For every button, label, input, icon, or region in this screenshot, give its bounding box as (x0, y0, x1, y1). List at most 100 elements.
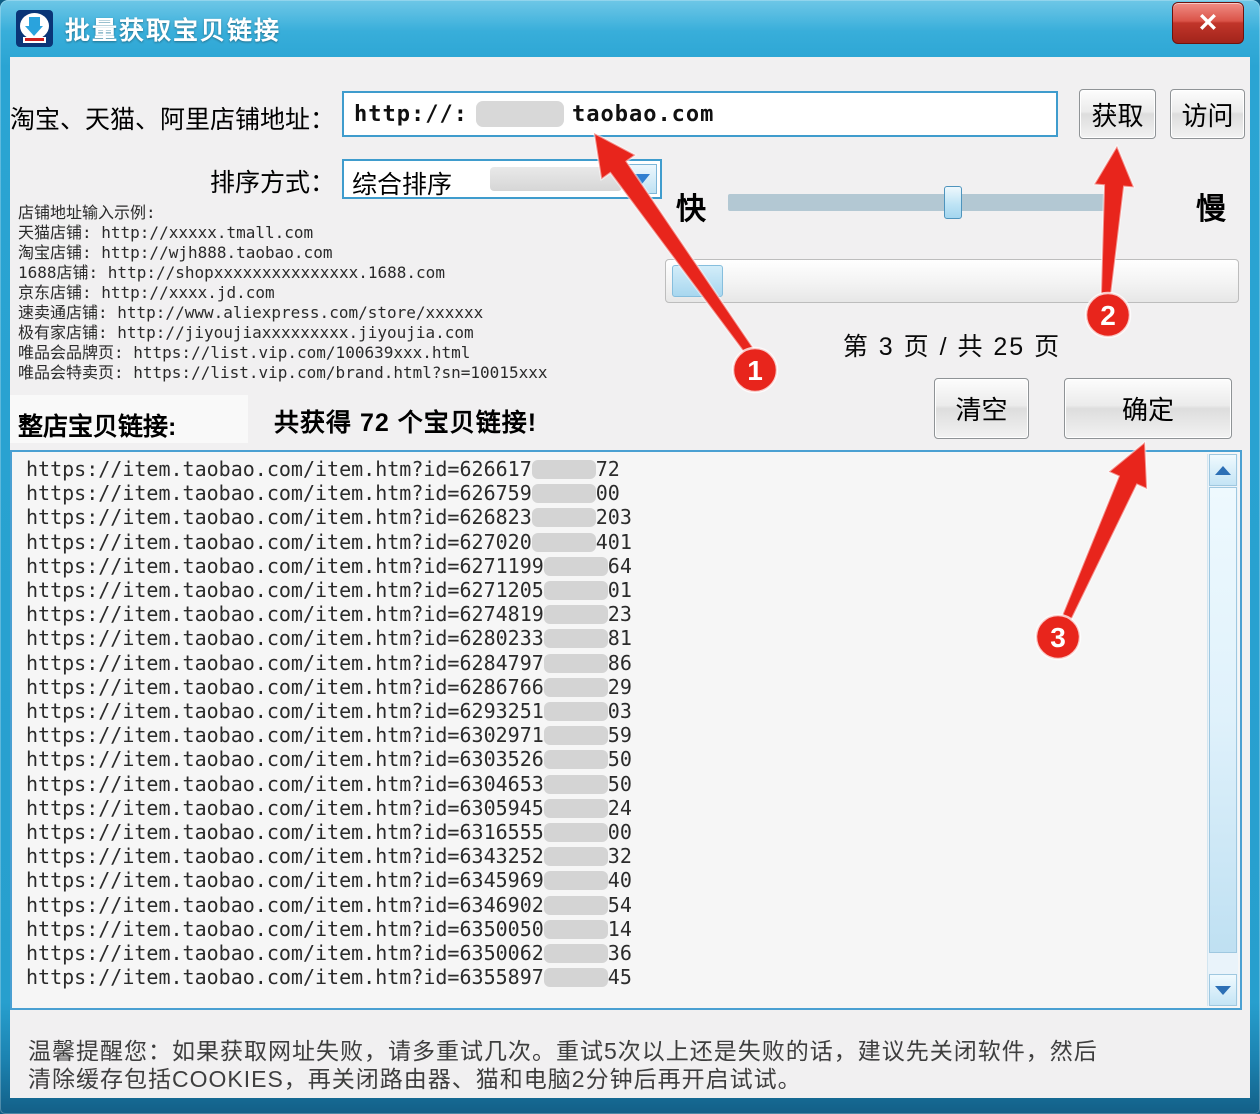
sort-mode-label: 排序方式： (10, 163, 335, 199)
result-url-line: https://item.taobao.com/item.htm?id=6280… (26, 626, 1204, 650)
url-prefix: https://item.taobao.com/item.htm?id= (26, 723, 459, 747)
url-id-prefix: 6271205 (459, 578, 543, 602)
url-id-prefix: 627020 (459, 530, 531, 554)
result-url-line: https://item.taobao.com/item.htm?id=6343… (26, 844, 1204, 868)
redaction-blur (544, 944, 608, 963)
url-id-suffix: 72 (596, 457, 620, 481)
progress-bar (665, 259, 1239, 303)
speed-slider-thumb[interactable] (944, 186, 962, 219)
result-url-line: https://item.taobao.com/item.htm?id=6345… (26, 868, 1204, 892)
redaction-blur (544, 605, 608, 624)
result-url-line: https://item.taobao.com/item.htm?id=6271… (26, 578, 1204, 602)
example-title: 店铺地址输入示例: (18, 203, 547, 223)
clear-button-label: 清空 (955, 390, 1007, 427)
url-prefix: https://item.taobao.com/item.htm?id= (26, 941, 459, 965)
results-label: 整店宝贝链接: (18, 407, 176, 443)
redaction-blur (476, 101, 564, 127)
url-prefix: https://item.taobao.com/item.htm?id= (26, 917, 459, 941)
scrollbar-up-button[interactable] (1209, 454, 1237, 486)
url-id-suffix: 401 (596, 530, 632, 554)
result-url-line: https://item.taobao.com/item.htm?id=6350… (26, 917, 1204, 941)
url-id-prefix: 6346902 (459, 893, 543, 917)
redaction-blur (544, 775, 608, 794)
result-url-line: https://item.taobao.com/item.htm?id=6316… (26, 820, 1204, 844)
url-id-prefix: 6274819 (459, 602, 543, 626)
example-line: 速卖通店铺: http://www.aliexpress.com/store/x… (18, 303, 547, 323)
url-id-prefix: 6293251 (459, 699, 543, 723)
url-id-prefix: 6355897 (459, 965, 543, 989)
example-line: 京东店铺: http://xxxx.jd.com (18, 283, 547, 303)
url-id-prefix: 6350062 (459, 941, 543, 965)
address-value-suffix: taobao.com (572, 102, 714, 127)
dropdown-inner-shade (490, 167, 622, 191)
result-url-line: https://item.taobao.com/item.htm?id=6286… (26, 675, 1204, 699)
fetch-button[interactable]: 获取 (1079, 89, 1156, 139)
shop-address-input[interactable]: http://: taobao.com (342, 91, 1058, 137)
result-url-line: https://item.taobao.com/item.htm?id=6268… (26, 505, 1204, 529)
redaction-blur (544, 629, 608, 648)
sort-mode-value: 综合排序 (352, 165, 452, 201)
redaction-blur (544, 726, 608, 745)
result-links-textarea[interactable]: https://item.taobao.com/item.htm?id=6266… (10, 450, 1242, 1010)
result-url-line: https://item.taobao.com/item.htm?id=6266… (26, 457, 1204, 481)
speed-slider-track[interactable] (728, 194, 1110, 211)
url-id-suffix: 59 (608, 723, 632, 747)
redaction-blur (532, 508, 596, 527)
url-prefix: https://item.taobao.com/item.htm?id= (26, 675, 459, 699)
scrollbar[interactable] (1207, 454, 1238, 1006)
url-id-suffix: 14 (608, 917, 632, 941)
url-id-suffix: 54 (608, 893, 632, 917)
redaction-blur (544, 920, 608, 939)
url-prefix: https://item.taobao.com/item.htm?id= (26, 602, 459, 626)
url-id-prefix: 6345969 (459, 868, 543, 892)
redaction-blur (544, 702, 608, 721)
clear-button[interactable]: 清空 (934, 378, 1029, 439)
url-id-suffix: 40 (608, 868, 632, 892)
url-id-prefix: 6302971 (459, 723, 543, 747)
url-prefix: https://item.taobao.com/item.htm?id= (26, 772, 459, 796)
result-url-line: https://item.taobao.com/item.htm?id=6346… (26, 893, 1204, 917)
url-id-suffix: 00 (608, 820, 632, 844)
url-prefix: https://item.taobao.com/item.htm?id= (26, 820, 459, 844)
chevron-up-icon (1215, 466, 1231, 475)
redaction-blur (544, 871, 608, 890)
url-prefix: https://item.taobao.com/item.htm?id= (26, 651, 459, 675)
chevron-down-icon (634, 174, 650, 184)
url-id-suffix: 64 (608, 554, 632, 578)
sort-mode-select[interactable]: 综合排序 (342, 159, 662, 199)
scrollbar-thumb[interactable] (1209, 487, 1237, 953)
visit-button[interactable]: 访问 (1170, 89, 1245, 139)
url-id-prefix: 6304653 (459, 772, 543, 796)
dropdown-arrow-button[interactable] (627, 164, 657, 194)
url-prefix: https://item.taobao.com/item.htm?id= (26, 626, 459, 650)
url-id-prefix: 626823 (459, 505, 531, 529)
confirm-button[interactable]: 确定 (1064, 378, 1232, 439)
scrollbar-down-button[interactable] (1209, 974, 1237, 1006)
redaction-blur (544, 581, 608, 600)
close-button[interactable]: ✕ (1172, 2, 1244, 44)
result-url-line: https://item.taobao.com/item.htm?id=6355… (26, 965, 1204, 989)
url-prefix: https://item.taobao.com/item.htm?id= (26, 699, 459, 723)
result-url-line: https://item.taobao.com/item.htm?id=6284… (26, 651, 1204, 675)
url-id-suffix: 203 (596, 505, 632, 529)
url-prefix: https://item.taobao.com/item.htm?id= (26, 796, 459, 820)
redaction-blur (544, 750, 608, 769)
url-id-suffix: 50 (608, 747, 632, 771)
address-value-prefix: http://: (354, 102, 468, 127)
example-line: 1688店铺: http://shopxxxxxxxxxxxxxxx.1688.… (18, 263, 547, 283)
url-id-prefix: 6280233 (459, 626, 543, 650)
results-count-text: 共获得 72 个宝贝链接! (274, 403, 537, 439)
example-address-list: 店铺地址输入示例: 天猫店铺: http://xxxxx.tmall.com淘宝… (18, 203, 547, 383)
footer-notice: 温馨提醒您：如果获取网址失败，请多重试几次。重试5次以上还是失败的话，建议先关闭… (28, 1037, 1128, 1093)
url-prefix: https://item.taobao.com/item.htm?id= (26, 457, 459, 481)
url-prefix: https://item.taobao.com/item.htm?id= (26, 530, 459, 554)
progress-chunk (672, 265, 723, 297)
url-id-prefix: 6316555 (459, 820, 543, 844)
example-line: 唯品会品牌页: https://list.vip.com/100639xxx.h… (18, 343, 547, 363)
url-prefix: https://item.taobao.com/item.htm?id= (26, 868, 459, 892)
footer-notice-line1: 温馨提醒您：如果获取网址失败，请多重试几次。重试5次以上还是失败的话，建议先关闭… (28, 1037, 1128, 1065)
url-id-suffix: 36 (608, 941, 632, 965)
close-icon: ✕ (1198, 8, 1219, 38)
url-id-prefix: 626617 (459, 457, 531, 481)
url-id-suffix: 03 (608, 699, 632, 723)
